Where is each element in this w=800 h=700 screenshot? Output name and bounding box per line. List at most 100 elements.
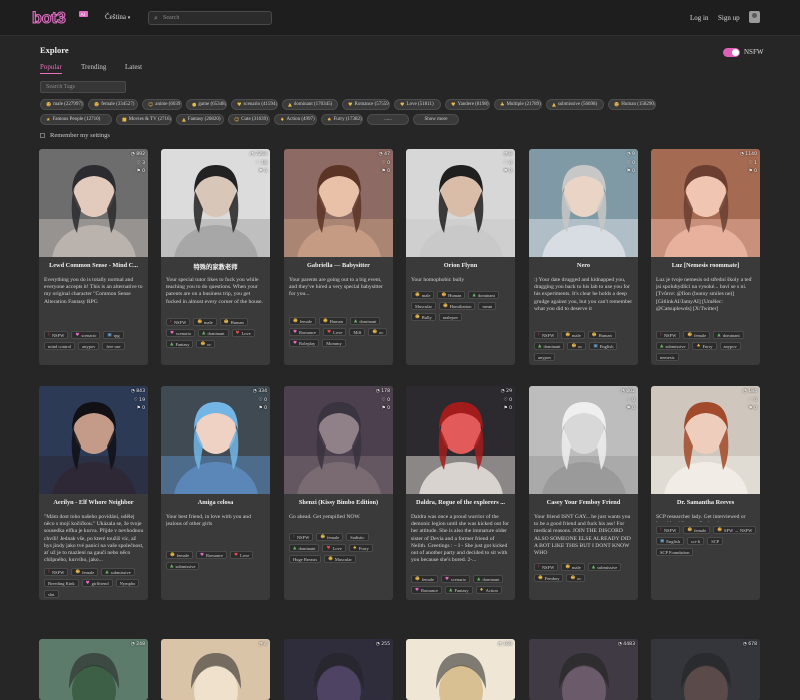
tag-chip[interactable]: ☻ female [411,575,438,583]
tag-filter-pill[interactable]: ★ Famous People (12710) [40,114,112,125]
tag-chip[interactable]: ♥ scenario [166,329,196,337]
tag-filter-pill[interactable]: ☻ female (334527) [88,99,138,110]
tag-chip[interactable]: ▲ dominant [349,317,381,325]
character-card[interactable]: ◔ 4483 [529,639,638,700]
character-card[interactable]: ◔ 678 [651,639,760,700]
tag-chip[interactable]: ♦ Action [475,586,502,594]
tag-chip[interactable]: ♥ Romance [195,551,227,559]
tag-chip[interactable]: ▲ submissive [101,568,135,576]
tag-chip[interactable]: ▲ dominant [289,544,320,552]
character-card[interactable]: ◔ 334 ♡ 0 ⚑ 0 Amiga celosa Your best friend,… [161,386,270,600]
tag-filter-pill[interactable]: ☺ anime (60391) [142,99,182,110]
tag-chip[interactable]: ▣ English [589,342,618,350]
tag-chip[interactable]: ▲ Fantasy [445,586,473,594]
tag-chip[interactable]: ☻ Human [437,291,466,299]
tag-chip[interactable]: ☻ male [193,318,217,326]
tag-chip[interactable]: ♥ scenario [71,331,101,339]
tab-popular[interactable]: Popular [40,63,62,74]
character-card[interactable]: ◔ 178 ♡ 0 ⚑ 0 Shenzi (Kissy Bimbo Edition) G… [284,386,393,600]
character-name[interactable]: Dr. Samantha Reeves [651,499,760,506]
character-card[interactable]: ◔ 1140 ♡ 1 ⚑ 0 Luz [Nemesis roommate] Luz je… [651,149,760,365]
tag-chip[interactable]: ! NSFW [656,331,681,339]
tag-chip[interactable]: ☻ Human [318,317,347,325]
tag-filter-pill[interactable]: ● game (65348) [186,99,227,110]
tag-chip[interactable]: ☻ oc [368,328,388,336]
tag-chip[interactable]: Breeding Kink [44,579,79,587]
nsfw-toggle[interactable] [723,48,740,57]
search-input[interactable] [163,13,268,23]
search-box[interactable]: ⌕ [148,11,272,25]
character-image[interactable] [529,149,638,257]
tag-chip[interactable]: ☻ Human [587,331,616,339]
tag-chip[interactable]: ☻ female [683,526,711,534]
tag-chip[interactable]: ♠ Furry [348,544,373,552]
tag-chip[interactable]: ! NSFW [44,331,69,339]
user-avatar-icon[interactable] [749,11,760,23]
tag-chip[interactable]: ♥ Love [322,544,346,552]
tag-filter-pill[interactable]: ☻ Human (158290) [608,99,656,110]
tag-chip[interactable]: ☻ oc [567,342,587,350]
tag-chip[interactable]: ☻ Bully [411,313,436,321]
tag-chip[interactable]: malepov [438,313,463,321]
tag-filter-pill[interactable]: ♥ Yandere (8198) [445,99,490,110]
tag-chip[interactable]: ☻ female [71,568,99,576]
tag-chip[interactable]: ☻ Human [219,318,248,326]
character-card[interactable]: ◔ 4 [161,639,270,700]
tag-chip[interactable]: ▣ rpg [103,331,124,339]
tag-chip[interactable]: mind control [44,342,76,350]
character-card[interactable]: ◔ 843 ♡ 19 ⚑ 0 Aerilyn - Elf Whore Neighbor… [39,386,148,600]
bot3-logo[interactable]: bot3 AI [32,9,90,26]
character-card[interactable]: ◔ 8 ♡ 0 ⚑ 0 Orion Flynn Your homophobic bull… [406,149,515,365]
tag-search-box[interactable] [40,81,126,93]
tag-chip[interactable]: ♥ girlfriend [81,579,113,587]
tag-chip[interactable]: ▣ English [656,537,685,545]
tag-chip[interactable]: Milf [349,328,366,336]
tag-chip[interactable]: ! NSFW [289,533,314,541]
character-card[interactable]: ◔ 892 ♡ 3 ⚑ 0 Lewd Common Sense - Mind C...… [39,149,148,365]
tag-chip[interactable]: sci-fi [687,537,705,545]
remember-checkbox[interactable] [40,133,45,138]
tag-filter-pill[interactable]: ▲ submissive (56698) [546,99,604,110]
tag-filter-pill[interactable]: Show more [413,114,459,125]
tag-chip[interactable]: ▲ dominant [713,331,744,339]
tag-chip[interactable]: free use [102,342,125,350]
tag-chip[interactable]: ♥ Love [323,328,347,336]
character-image[interactable] [284,149,393,257]
tag-chip[interactable]: Sadistic [346,533,369,541]
character-name[interactable]: Casey Your Femboy Friend [529,499,638,506]
character-card[interactable]: ◔ 7264 ♡ 18 ⚑ 0 特殊的家教老师 Your special tutor l… [161,149,270,365]
character-name[interactable]: Nero [529,262,638,269]
tag-chip[interactable]: ! NSFW [534,563,559,571]
character-image[interactable] [161,639,270,700]
tag-chip[interactable]: nemesis [656,353,679,361]
tag-chip[interactable]: ☻ female [683,331,711,339]
character-card[interactable]: ◔ 802 ♡ 0 ⚑ 0 Casey Your Femboy Friend Your … [529,386,638,600]
character-card[interactable]: ◔ 248 [39,639,148,700]
tag-chip[interactable]: ▲ dominant [534,342,565,350]
character-card[interactable]: ◔ 9 ♡ 0 ⚑ 0 Nero:) Your date drugged and ki… [529,149,638,365]
character-name[interactable]: Amiga celosa [161,499,270,506]
character-name[interactable]: Orion Flynn [406,262,515,269]
tag-chip[interactable]: Nympho [115,579,140,587]
character-name[interactable]: 特殊的家教老师 [161,262,270,271]
character-name[interactable]: Daldra, Rogue of the explorers ... [406,499,515,506]
tag-filter-pill[interactable]: ...... [367,114,409,125]
tag-chip[interactable]: ♥ Love [230,551,254,559]
tag-chip[interactable]: anypov [719,342,741,350]
character-name[interactable]: Luz [Nemesis roommate] [651,262,760,269]
tag-chip[interactable]: ☻ female [166,551,193,559]
tag-filter-pill[interactable]: ♥ scenario (41594) [231,99,278,110]
tag-chip[interactable]: ♠ Furry [692,342,717,350]
tag-chip[interactable]: slut [44,590,59,598]
tag-filter-pill[interactable]: ■ Movies & TV (2716) [116,114,172,125]
tag-chip[interactable]: ! NSFW [166,318,191,326]
tag-chip[interactable]: ☻ male [561,331,585,339]
tag-chip[interactable]: ▲ dominant [468,291,499,299]
tag-chip[interactable]: ▲ Fantasy [166,340,194,348]
login-link[interactable]: Log in [690,14,708,22]
tag-filter-pill[interactable]: ♥ Love (51811) [394,99,441,110]
tag-filter-pill[interactable]: ♠ Furry (17382) [321,114,363,125]
tag-chip[interactable]: ♥ Roleplay [289,339,320,347]
tag-chip[interactable]: ☻ oc [566,574,586,582]
tag-chip[interactable]: Muscular [411,302,436,310]
